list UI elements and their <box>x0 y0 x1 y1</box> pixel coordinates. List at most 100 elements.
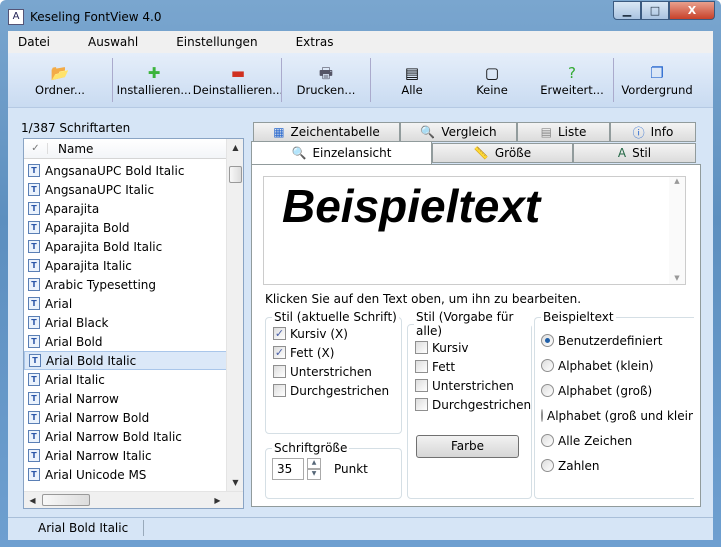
document-icon: ▤ <box>540 125 552 139</box>
radio-sample-option[interactable]: Zahlen <box>535 453 693 478</box>
check-column-header[interactable]: ✓ <box>24 143 48 154</box>
checkbox-unterstrichen[interactable]: Unterstrichen <box>408 376 531 395</box>
select-none-button[interactable]: ▢ Keine <box>453 55 531 105</box>
scroll-up-arrow[interactable]: ▲ <box>227 139 244 156</box>
font-list-item[interactable]: T AngsanaUPC Bold Italic <box>24 161 227 180</box>
radio-label: Alphabet (groß und klein) <box>547 408 693 423</box>
tab-label: Größe <box>494 146 532 160</box>
font-list-item[interactable]: T Arabic Typesetting <box>24 275 227 294</box>
preview-text-box[interactable]: Beispieltext ▲ ▼ <box>263 176 686 285</box>
vertical-scrollbar[interactable]: ▲ ▼ <box>226 139 243 491</box>
radio-sample-option[interactable]: Alphabet (groß) <box>535 378 693 403</box>
name-column-header[interactable]: Name <box>48 142 93 156</box>
font-list-item[interactable]: T AngsanaUPC Italic <box>24 180 227 199</box>
tab-groesse[interactable]: 📏 Größe <box>432 143 573 163</box>
menu-einstellungen[interactable]: Einstellungen <box>176 35 257 49</box>
list-header[interactable]: ✓ Name <box>24 139 243 159</box>
uninstall-button[interactable]: ▬ Deinstallieren... <box>193 55 283 105</box>
print-button[interactable]: 🖶 Drucken... <box>282 55 370 105</box>
einzelansicht-panel: Beispieltext ▲ ▼ Klicken Sie auf den Text… <box>251 164 701 507</box>
checkbox-box[interactable] <box>415 360 428 373</box>
checkbox-box[interactable] <box>273 365 286 378</box>
install-button[interactable]: ✚ Installieren... <box>113 55 195 105</box>
preview-text[interactable]: Beispieltext <box>282 179 540 233</box>
close-button[interactable]: X <box>669 1 715 20</box>
checkbox-durchgestrichen[interactable]: Durchgestrichen <box>266 381 401 400</box>
font-list-item[interactable]: T Arial Bold Italic <box>24 351 227 370</box>
scroll-left-arrow[interactable]: ◀ <box>24 492 41 509</box>
font-name: Arial Italic <box>45 372 105 387</box>
font-list-item[interactable]: T Aparajita <box>24 199 227 218</box>
radio-button[interactable] <box>541 384 554 397</box>
checkbox-unterstrichen[interactable]: Unterstrichen <box>266 362 401 381</box>
radio-sample-option[interactable]: Alphabet (klein) <box>535 353 693 378</box>
font-list-item[interactable]: T Aparajita Italic <box>24 256 227 275</box>
horizontal-scrollbar[interactable]: ◀ ▶ <box>24 491 243 508</box>
advanced-select-button[interactable]: ? Erweitert... <box>531 55 613 105</box>
spin-down[interactable]: ▼ <box>307 469 321 480</box>
open-folder-button[interactable]: 📂 Ordner... <box>8 55 112 105</box>
checkbox-kursiv[interactable]: Kursiv <box>408 338 531 357</box>
radio-button[interactable] <box>541 434 554 447</box>
radio-sample-option[interactable]: Benutzerdefiniert <box>535 328 693 353</box>
checkbox-box[interactable] <box>415 379 428 392</box>
preview-scrollbar[interactable]: ▲ ▼ <box>669 177 685 284</box>
app-window: A Keseling FontView 4.0 ▁ □ X Datei Ausw… <box>0 0 721 547</box>
scroll-right-arrow[interactable]: ▶ <box>209 492 226 509</box>
radio-sample-option[interactable]: Alle Zeichen <box>535 428 693 453</box>
radio-button[interactable] <box>541 334 554 347</box>
tab-info[interactable]: ⓘ Info <box>610 122 696 142</box>
tab-vergleich[interactable]: 🔍 Vergleich <box>400 122 517 142</box>
select-all-button[interactable]: ▤ Alle <box>371 55 453 105</box>
radio-button[interactable] <box>541 459 554 472</box>
font-list-item[interactable]: T Aparajita Bold <box>24 218 227 237</box>
font-list-item[interactable]: T Arial Bold <box>24 332 227 351</box>
radio-sample-option[interactable]: Alphabet (groß und klein) <box>535 403 693 428</box>
menu-bar: Datei Auswahl Einstellungen Extras <box>8 31 713 53</box>
checkbox-durchgestrichen[interactable]: Durchgestrichen <box>408 395 531 414</box>
checkbox-box[interactable] <box>415 398 428 411</box>
menu-auswahl[interactable]: Auswahl <box>88 35 138 49</box>
font-size-unit: Punkt <box>334 462 368 476</box>
font-size-input[interactable]: 35 <box>272 458 304 480</box>
font-list-item[interactable]: T Arial Unicode MS <box>24 465 227 484</box>
checkbox-label: Unterstrichen <box>432 378 514 393</box>
truetype-font-icon: T <box>28 183 40 196</box>
truetype-font-icon: T <box>28 392 40 405</box>
checkbox-box[interactable]: ✓ <box>273 327 286 340</box>
tab-liste[interactable]: ▤ Liste <box>517 122 610 142</box>
minimize-button[interactable]: ▁ <box>613 1 641 20</box>
scroll-thumb[interactable] <box>229 166 242 183</box>
radio-button[interactable] <box>541 359 554 372</box>
font-list-item[interactable]: T Aparajita Bold Italic <box>24 237 227 256</box>
maximize-button[interactable]: □ <box>641 1 669 20</box>
foreground-button[interactable]: ❐ Vordergrund <box>614 55 700 105</box>
tab-stil[interactable]: A Stil <box>573 143 696 163</box>
radio-button[interactable] <box>541 409 543 422</box>
tab-einzelansicht[interactable]: 🔍 Einzelansicht <box>251 141 432 164</box>
font-list-item[interactable]: T Arial Narrow <box>24 389 227 408</box>
scroll-down-arrow[interactable]: ▼ <box>227 474 244 491</box>
font-list-item[interactable]: T Arial Narrow Italic <box>24 446 227 465</box>
menu-extras[interactable]: Extras <box>296 35 334 49</box>
checkbox-fett[interactable]: Fett <box>408 357 531 376</box>
checkbox-box[interactable] <box>273 384 286 397</box>
font-list-item[interactable]: T Arial Black <box>24 313 227 332</box>
spin-up[interactable]: ▲ <box>307 458 321 469</box>
color-button[interactable]: Farbe <box>416 435 519 458</box>
hscroll-thumb[interactable] <box>42 494 90 506</box>
checkbox-box[interactable]: ✓ <box>273 346 286 359</box>
window-title: Keseling FontView 4.0 <box>30 10 162 24</box>
font-list-item[interactable]: T Arial Narrow Bold Italic <box>24 427 227 446</box>
checkbox-fett[interactable]: ✓ Fett (X) <box>266 343 401 362</box>
menu-datei[interactable]: Datei <box>18 35 50 49</box>
font-list-item[interactable]: T Arial Narrow Bold <box>24 408 227 427</box>
font-size-spinner[interactable]: ▲ ▼ <box>307 458 321 480</box>
font-list-item[interactable]: T Arial Italic <box>24 370 227 389</box>
font-list-item[interactable]: T Arial <box>24 294 227 313</box>
table-icon: ▦ <box>273 125 285 139</box>
truetype-font-icon: T <box>28 202 40 215</box>
checkbox-kursiv[interactable]: ✓ Kursiv (X) <box>266 324 401 343</box>
tab-zeichentabelle[interactable]: ▦ Zeichentabelle <box>253 122 400 142</box>
checkbox-box[interactable] <box>415 341 428 354</box>
